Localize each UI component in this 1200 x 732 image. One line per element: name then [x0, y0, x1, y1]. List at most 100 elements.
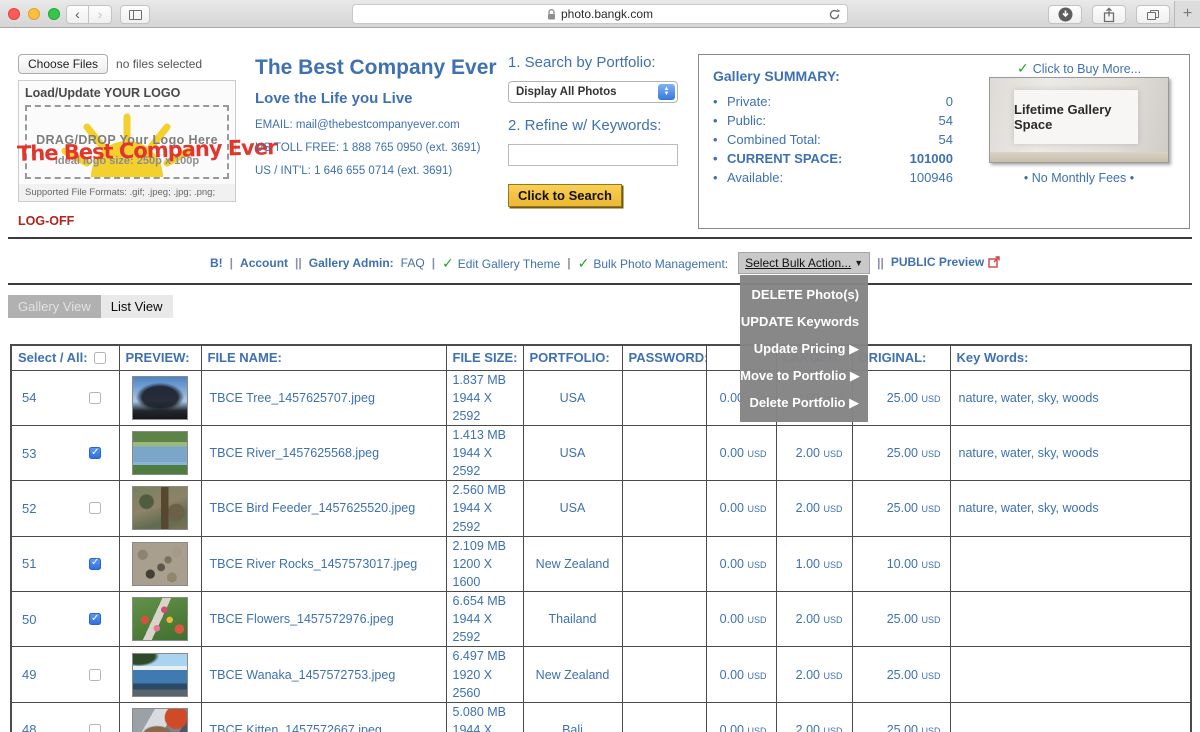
file-name-link[interactable]: TBCE River Rocks_1457573017.jpeg	[210, 557, 418, 571]
file-name-link[interactable]: TBCE Flowers_1457572976.jpeg	[210, 612, 394, 626]
table-row: 54 TBCE Tree_1457625707.jpeg 1.837 MB194…	[11, 370, 1191, 425]
photo-thumbnail[interactable]	[132, 542, 188, 586]
tab-gallery-view[interactable]: Gallery View	[8, 295, 101, 318]
nav-faq-link[interactable]: FAQ	[401, 256, 425, 270]
row-checkbox[interactable]	[89, 447, 101, 459]
check-icon: ✓	[1017, 60, 1029, 76]
row-checkbox[interactable]	[89, 502, 101, 514]
photo-thumbnail[interactable]	[132, 486, 188, 530]
minimize-window-button[interactable]	[28, 8, 40, 20]
row-checkbox[interactable]	[89, 613, 101, 625]
row-checkbox[interactable]	[89, 558, 101, 570]
menu-item-update-pricing[interactable]: Update Pricing ▶	[740, 335, 868, 362]
row-checkbox[interactable]	[89, 392, 101, 404]
keywords-cell	[950, 702, 1191, 732]
sidebar-icon	[129, 10, 142, 20]
photo-thumbnail[interactable]	[132, 653, 188, 697]
nav-public-preview-link[interactable]: PUBLIC Preview	[891, 255, 1000, 271]
portfolio-select[interactable]: Display All Photos ▲▼	[508, 81, 678, 103]
portfolio-cell: Bali	[523, 702, 622, 732]
search-panel: 1. Search by Portfolio: Display All Phot…	[508, 54, 688, 207]
company-tagline: Love the Life you Live	[255, 90, 505, 107]
choose-files-button[interactable]: Choose Files	[18, 54, 108, 74]
summary-row-private: •Private:0	[713, 94, 953, 109]
original-price-cell: 25.00 USD	[852, 481, 950, 536]
file-size-cell: 6.497 MB1920 X 2560	[446, 647, 523, 702]
file-name-link[interactable]: TBCE Tree_1457625707.jpeg	[210, 391, 375, 405]
photo-thumbnail[interactable]	[132, 376, 188, 420]
menu-item-delete-photos[interactable]: DELETE Photo(s)	[740, 281, 868, 308]
password-cell	[622, 425, 706, 480]
reload-icon[interactable]	[828, 8, 841, 24]
tab-list-view[interactable]: List View	[101, 295, 173, 318]
menu-item-update-keywords[interactable]: UPDATE Keywords	[740, 308, 868, 335]
bulk-action-dropdown: Select Bulk Action... ▼ DELETE Photo(s) …	[738, 252, 870, 274]
downloads-button[interactable]	[1048, 5, 1082, 24]
menu-item-delete-portfolio[interactable]: Delete Portfolio ▶	[740, 389, 868, 416]
select-all-checkbox[interactable]	[94, 352, 106, 364]
check-icon: ✓	[442, 255, 454, 271]
keywords-cell: nature, water, sky, woods	[950, 481, 1191, 536]
file-size-cell: 2.109 MB1200 X 1600	[446, 536, 523, 591]
original-price-cell: 25.00 USD	[852, 425, 950, 480]
external-link-icon	[988, 256, 1000, 271]
nav-edit-theme-link[interactable]: ✓Edit Gallery Theme	[442, 255, 560, 272]
tabs-overview-icon	[1147, 10, 1159, 20]
larger-price-cell: 2.00 USD	[776, 702, 852, 732]
table-row: 51 TBCE River Rocks_1457573017.jpeg 2.10…	[11, 536, 1191, 591]
lifetime-gallery-space-ad[interactable]: Lifetime Gallery Space	[989, 77, 1169, 163]
original-price-cell: 25.00 USD	[852, 702, 950, 732]
search-button[interactable]: Click to Search	[508, 184, 622, 207]
nav-b-link[interactable]: B!	[210, 256, 223, 270]
back-button[interactable]: ‹	[66, 5, 89, 24]
address-bar[interactable]: photo.bangk.com	[352, 4, 848, 24]
share-button[interactable]	[1092, 5, 1126, 24]
check-icon: ✓	[578, 255, 590, 271]
photo-id: 48	[22, 722, 36, 732]
web-price-cell: 0.00 USD	[706, 481, 776, 536]
file-size-cell: 1.413 MB1944 X 2592	[446, 425, 523, 480]
company-name: The Best Company Ever	[255, 56, 505, 80]
web-price-cell: 0.00 USD	[706, 592, 776, 647]
ad-image-text: Lifetime Gallery Space	[1014, 102, 1138, 132]
photo-thumbnail[interactable]	[132, 597, 188, 641]
buy-more-link[interactable]: ✓Click to Buy More...	[1017, 60, 1141, 77]
show-tabs-button[interactable]	[1136, 5, 1170, 24]
column-header-password: PASSWORD:	[622, 345, 706, 370]
portfolio-select-value: Display All Photos	[509, 86, 617, 98]
file-name-link[interactable]: TBCE River_1457625568.jpeg	[210, 446, 380, 460]
keywords-input[interactable]	[508, 144, 678, 166]
photo-thumbnail[interactable]	[132, 708, 188, 732]
url-text: photo.bangk.com	[561, 7, 653, 21]
keywords-cell	[950, 647, 1191, 702]
close-window-button[interactable]	[8, 8, 20, 20]
sidebar-button[interactable]	[120, 5, 150, 24]
select-stepper-icon: ▲▼	[658, 84, 675, 100]
bulk-action-select[interactable]: Select Bulk Action... ▼	[738, 252, 870, 274]
column-header-file-size: FILE SIZE:	[446, 345, 523, 370]
file-name-link[interactable]: TBCE Wanaka_1457572753.jpeg	[210, 668, 396, 682]
forward-button[interactable]: ›	[89, 5, 112, 24]
divider-nav	[8, 283, 1192, 285]
summary-row-current-space: •CURRENT SPACE:101000	[713, 151, 953, 166]
file-size-cell: 2.560 MB1944 X 2592	[446, 481, 523, 536]
ad-caption: • No Monthly Fees •	[989, 171, 1169, 185]
menu-item-move-to-portfolio[interactable]: Move to Portfolio ▶	[740, 362, 868, 389]
photo-thumbnail[interactable]	[132, 431, 188, 475]
portfolio-cell: USA	[523, 370, 622, 425]
keywords-cell: nature, water, sky, woods	[950, 425, 1191, 480]
portfolio-cell: USA	[523, 481, 622, 536]
row-checkbox[interactable]	[89, 724, 101, 732]
company-info: The Best Company Ever Love the Life you …	[255, 56, 505, 188]
zoom-window-button[interactable]	[48, 8, 60, 20]
log-off-link[interactable]: LOG-OFF	[18, 214, 74, 228]
column-header-keywords: Key Words:	[950, 345, 1191, 370]
photo-id: 49	[22, 667, 36, 682]
nav-account-link[interactable]: Account	[240, 256, 288, 270]
new-tab-button[interactable]: +	[1174, 1, 1200, 27]
table-row: 48 TBCE Kitten_1457572667.jpeg 5.080 MB1…	[11, 702, 1191, 732]
row-checkbox[interactable]	[89, 669, 101, 681]
browser-window: ‹ › photo.bangk.com +	[0, 0, 1200, 732]
file-name-link[interactable]: TBCE Kitten_1457572667.jpeg	[210, 723, 382, 732]
file-name-link[interactable]: TBCE Bird Feeder_1457625520.jpeg	[210, 501, 416, 515]
